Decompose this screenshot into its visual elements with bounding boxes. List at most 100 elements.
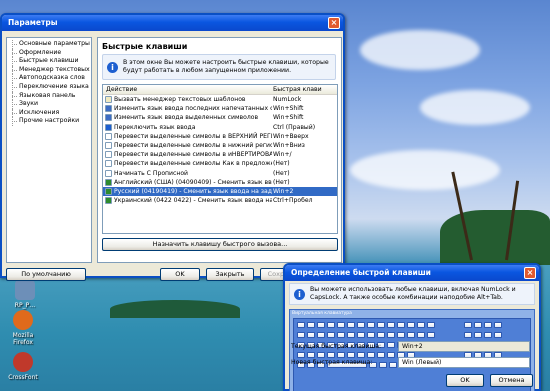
table-row[interactable]: Изменить язык ввода выделенных символов W… [103,113,337,122]
keyboard-key[interactable] [399,362,407,368]
numpad-key[interactable] [494,322,502,328]
tree-item-hotkeys[interactable]: Быстрые клавиши [7,57,91,66]
tree-item-sounds[interactable]: Звуки [7,100,91,109]
numpad-key[interactable] [474,332,482,338]
keyboard-key[interactable] [369,362,377,368]
keyboard-key[interactable] [377,352,385,358]
keyboard-key[interactable] [367,352,375,358]
keyboard-key[interactable] [387,352,395,358]
keyboard-key[interactable] [317,342,325,348]
keyboard-key[interactable] [337,332,345,338]
keyboard-key[interactable] [357,322,365,328]
keyboard-key[interactable] [427,322,435,328]
numpad-key[interactable] [474,322,482,328]
keyboard-key[interactable] [347,352,355,358]
keyboard-key[interactable] [297,362,305,368]
keyboard-key[interactable] [417,342,425,348]
keyboard-key[interactable] [327,342,335,348]
keyboard-key[interactable] [397,342,405,348]
keyboard-key[interactable] [327,322,335,328]
keyboard-key[interactable] [307,332,315,338]
defaults-button[interactable]: По умолчанию [6,268,86,281]
table-row[interactable]: Изменить язык ввода последних напечатанн… [103,104,337,113]
table-row[interactable]: Перевести выделенные символы в нижний ре… [103,141,337,150]
tree-item-autocomplete[interactable]: Автоподсказка слов [7,74,91,83]
keyboard-key[interactable] [307,342,315,348]
ok-button[interactable]: OK [160,268,200,281]
keyboard-key[interactable] [327,362,367,368]
keyboard-key[interactable] [317,332,325,338]
keyboard-key[interactable] [407,322,415,328]
keyboard-key[interactable] [307,322,315,328]
keyboard-key[interactable] [317,362,325,368]
keyboard-key[interactable] [367,322,375,328]
column-header-key[interactable]: Быстрая клави [273,85,322,95]
numpad-key[interactable] [464,322,472,328]
tree-item-exceptions[interactable]: Исключения [7,108,91,118]
keyboard-key[interactable] [297,332,305,338]
keyboard-key[interactable] [307,362,315,368]
numpad-key[interactable] [474,342,482,348]
keyboard-key[interactable] [379,362,387,368]
keyboard-key[interactable] [307,352,315,358]
keyboard-key[interactable] [417,322,425,328]
keyboard-key[interactable] [317,322,325,328]
keyboard-key[interactable] [367,332,375,338]
dialog-titlebar[interactable]: Определение быстрой клавиши × [285,265,539,281]
table-row[interactable]: Начинать С Прописной (Нет) [103,169,337,178]
keyboard-key[interactable] [387,332,395,338]
keyboard-key[interactable] [397,352,405,358]
close-button[interactable]: Закрыть [206,268,254,281]
table-row[interactable]: Переключить язык ввода Ctrl (Правый) [103,123,337,132]
numpad-key[interactable] [474,362,482,368]
keyboard-key[interactable] [337,342,345,348]
numpad-key[interactable] [484,332,492,338]
keyboard-key[interactable] [297,352,305,358]
keyboard-key[interactable] [347,322,355,328]
column-header-action[interactable]: Действие [106,85,137,95]
numpad-key[interactable] [484,352,492,358]
desktop-icon-firefox[interactable]: Mozilla Firefox [3,310,43,346]
table-row[interactable]: Перевести выделенные символы в иНВЕРТИРО… [103,150,337,159]
table-row[interactable]: Перевести выделенные символы Как в предл… [103,159,337,168]
keyboard-key[interactable] [397,332,405,338]
keyboard-key[interactable] [407,332,415,338]
numpad-key[interactable] [494,352,502,358]
keyboard-key[interactable] [327,352,335,358]
keyboard-key[interactable] [317,352,325,358]
numpad-key[interactable] [464,352,472,358]
keyboard-key[interactable] [337,352,345,358]
desktop-icon-rp[interactable]: RP_P… [5,280,45,309]
keyboard-key[interactable] [367,342,375,348]
table-row[interactable]: Русский (04190419) - Сменить язык ввода … [103,186,337,197]
keyboard-key[interactable] [357,342,365,348]
keyboard-key[interactable] [377,342,385,348]
close-icon[interactable]: × [328,17,340,29]
numpad-key[interactable] [494,332,502,338]
numpad-key[interactable] [474,352,482,358]
numpad-key[interactable] [484,342,492,348]
numpad-key[interactable] [494,362,502,368]
keyboard-key[interactable] [347,332,355,338]
numpad-key[interactable] [484,362,492,368]
close-icon[interactable]: × [524,267,536,279]
numpad-key[interactable] [494,342,502,348]
tree-item-language-bar[interactable]: Языковая панель [7,91,91,101]
keyboard-key[interactable] [297,322,305,328]
keyboard-key[interactable] [407,342,415,348]
table-row[interactable]: Вызвать менеджер текстовых шаблонов NumLo… [103,95,337,104]
table-row[interactable]: Украинский (0422 0422) - Сменить язык вв… [103,196,337,205]
keyboard-key[interactable] [347,342,355,348]
tree-item-other[interactable]: Прочие настройки [7,117,91,126]
keyboard-key[interactable] [357,352,365,358]
tree-item-templates[interactable]: Менеджер текстовых шаб [7,65,91,75]
numpad-key[interactable] [484,322,492,328]
keyboard-key[interactable] [327,332,335,338]
keyboard-key[interactable] [407,352,415,358]
assign-hotkey-button[interactable]: Назначить клавишу быстрого вызова... [102,238,338,251]
parameters-titlebar[interactable]: Параметры × [2,15,343,31]
tree-item-main[interactable]: Основные параметры [7,40,91,49]
keyboard-key[interactable] [389,362,397,368]
keyboard-key[interactable] [357,332,365,338]
tree-item-appearance[interactable]: Оформление [7,48,91,58]
